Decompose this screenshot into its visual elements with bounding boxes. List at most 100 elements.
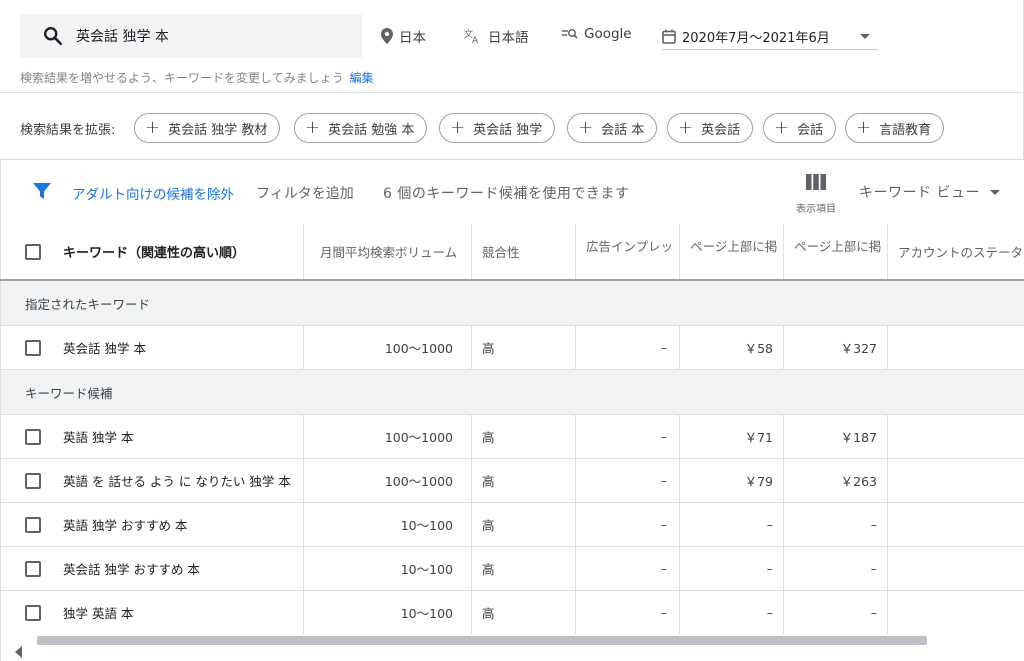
plus-icon: +	[145, 117, 161, 138]
date-range-select[interactable]: 2020年7月〜2021年6月	[662, 24, 878, 50]
cell-keyword: 独学 英語 本	[0, 591, 304, 634]
table-row[interactable]: 英会話 独学 おすすめ 本 10〜100 高 – – –	[0, 547, 1024, 591]
translate-icon: 文A	[464, 28, 479, 44]
header-ad-impression[interactable]: 広告インプレッ	[576, 224, 680, 279]
search-icon	[44, 27, 63, 46]
header-account-status[interactable]: アカウントのステータ	[888, 224, 1024, 279]
pill-label: 会話 本	[601, 122, 645, 138]
header-top-bid-high[interactable]: ページ上部に掲	[784, 224, 888, 279]
keyword-text: 英語 独学 おすすめ 本	[63, 518, 188, 533]
cell-keyword: 英語 独学 本	[0, 415, 304, 458]
cell-top-bid-low: ￥79	[680, 459, 784, 502]
cell-account-status	[888, 459, 1024, 502]
cell-volume: 10〜100	[304, 547, 472, 590]
suggestion-pill[interactable]: + 言語教育	[845, 113, 945, 143]
header-label: キーワード（関連性の高い順）	[63, 246, 246, 261]
suggestion-pill[interactable]: + 英会話 勉強 本	[294, 113, 428, 143]
cell-account-status	[888, 503, 1024, 546]
cell-volume: 100〜1000	[304, 415, 472, 458]
pill-label: 英会話 独学 教材	[168, 122, 268, 138]
table-row[interactable]: 英会話 独学 本 100〜1000 高 – ￥58 ￥327	[0, 326, 1024, 370]
scrollbar-thumb[interactable]	[37, 636, 927, 645]
table-row[interactable]: 英語 を 話せる よう に なりたい 独学 本 100〜1000 高 – ￥79 ￥263	[0, 459, 1024, 503]
cell-top-bid-high: –	[784, 503, 888, 546]
suggestion-pill[interactable]: + 会話	[763, 113, 837, 143]
table-row[interactable]: 英語 独学 本 100〜1000 高 – ￥71 ￥187	[0, 415, 1024, 459]
filter-icon[interactable]	[33, 182, 51, 200]
pill-label: 英会話 勉強 本	[328, 122, 415, 138]
cell-ad-impression: –	[576, 547, 680, 590]
suggestion-pill[interactable]: + 英会話 独学	[439, 113, 556, 143]
row-checkbox[interactable]	[25, 472, 41, 489]
row-checkbox[interactable]	[25, 516, 41, 533]
pill-label: 会話	[797, 122, 824, 138]
search-query: 英会話 独学 本	[76, 29, 169, 45]
table-row[interactable]: 独学 英語 本 10〜100 高 – – –	[0, 591, 1024, 635]
cell-ad-impression: –	[576, 503, 680, 546]
row-checkbox[interactable]	[25, 428, 41, 445]
pill-label: 英会話 独学	[473, 122, 543, 138]
language-label: 日本語	[488, 30, 529, 46]
view-select[interactable]: キーワード ビュー	[859, 182, 1000, 202]
cell-top-bid-high: ￥263	[784, 459, 888, 502]
suggestion-pill[interactable]: + 英会話 独学 教材	[134, 113, 281, 143]
view-label: キーワード ビュー	[859, 185, 980, 201]
suggestion-pill[interactable]: + 英会話	[667, 113, 754, 143]
suggestion-pill[interactable]: + 会話 本	[567, 113, 658, 143]
header-competition[interactable]: 競合性	[472, 224, 576, 279]
language-filter[interactable]: 文A 日本語	[464, 26, 529, 46]
plus-icon: +	[678, 117, 694, 138]
header-volume[interactable]: 月間平均検索ボリューム	[304, 224, 472, 279]
cell-top-bid-low: –	[680, 547, 784, 590]
cell-ad-impression: –	[576, 415, 680, 458]
cell-account-status	[888, 326, 1024, 369]
cell-keyword: 英語 を 話せる よう に なりたい 独学 本	[0, 459, 304, 502]
cell-top-bid-high: –	[784, 591, 888, 634]
keyword-text: 英語 独学 本	[63, 430, 134, 445]
scroll-left-button[interactable]	[5, 642, 31, 661]
row-checkbox[interactable]	[25, 339, 41, 356]
plus-icon: +	[774, 117, 790, 138]
columns-button[interactable]: 表示項目	[790, 174, 842, 215]
pill-label: 言語教育	[879, 122, 932, 138]
cell-competition: 高	[472, 503, 576, 546]
header-top-bid-low[interactable]: ページ上部に掲	[680, 224, 784, 279]
exclude-adult-filter[interactable]: アダルト向けの候補を除外	[72, 183, 234, 203]
plus-icon: +	[450, 117, 466, 138]
table-row[interactable]: 英語 独学 おすすめ 本 10〜100 高 – – –	[0, 503, 1024, 547]
add-filter-button[interactable]: フィルタを追加	[256, 183, 354, 203]
cell-top-bid-high: ￥327	[784, 326, 888, 369]
cell-keyword: 英語 独学 おすすめ 本	[0, 503, 304, 546]
columns-icon	[806, 174, 826, 190]
header-keyword[interactable]: キーワード（関連性の高い順）	[0, 224, 304, 279]
search-header: 英会話 独学 本 日本 文A 日本語 Google 2020年7月〜2021年6…	[0, 0, 1024, 92]
plus-icon: +	[856, 117, 872, 138]
cell-competition: 高	[472, 326, 576, 369]
cell-volume: 10〜100	[304, 503, 472, 546]
select-all-checkbox[interactable]	[25, 243, 41, 260]
hint-text: 検索結果を増やせるよう、キーワードを変更してみましょう	[20, 71, 344, 85]
edit-link[interactable]: 編集	[350, 71, 374, 85]
horizontal-scrollbar[interactable]	[0, 634, 1024, 661]
cell-ad-impression: –	[576, 591, 680, 634]
cell-ad-impression: –	[576, 326, 680, 369]
keyword-table: キーワード（関連性の高い順） 月間平均検索ボリューム 競合性 広告インプレッ ペ…	[0, 224, 1024, 635]
cell-top-bid-low: ￥58	[680, 326, 784, 369]
chevron-down-icon	[860, 34, 870, 39]
table-header-row: キーワード（関連性の高い順） 月間平均検索ボリューム 競合性 広告インプレッ ペ…	[0, 224, 1024, 281]
search-input[interactable]: 英会話 独学 本	[20, 14, 362, 58]
row-checkbox[interactable]	[25, 560, 41, 577]
row-checkbox[interactable]	[25, 604, 41, 621]
keyword-text: 独学 英語 本	[63, 606, 134, 621]
network-filter[interactable]: Google	[562, 26, 632, 42]
cell-account-status	[888, 591, 1024, 634]
cell-competition: 高	[472, 591, 576, 634]
network-label: Google	[584, 26, 632, 42]
cell-volume: 100〜1000	[304, 459, 472, 502]
plus-icon: +	[578, 117, 594, 138]
cell-volume: 10〜100	[304, 591, 472, 634]
location-filter[interactable]: 日本	[381, 26, 426, 46]
keyword-count: 6 個のキーワード候補を使用できます	[383, 186, 630, 202]
cell-competition: 高	[472, 415, 576, 458]
arrow-left-icon	[14, 645, 22, 658]
